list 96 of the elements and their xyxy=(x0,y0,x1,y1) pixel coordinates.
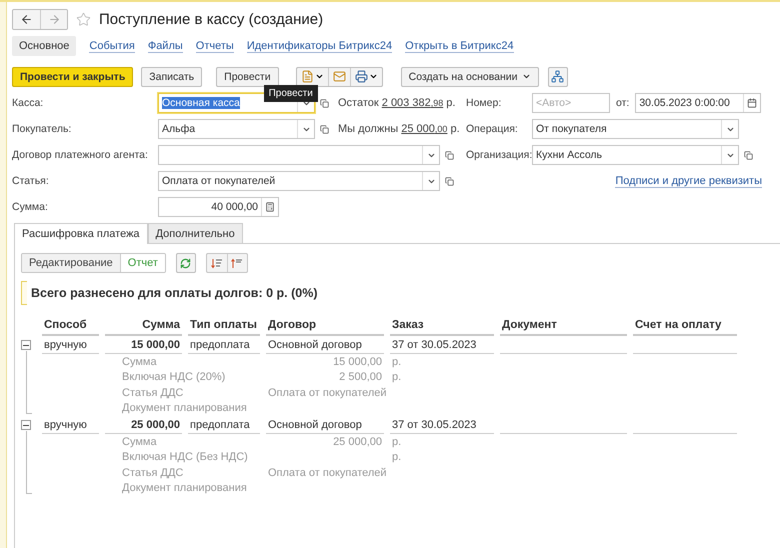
detail-value: 15 000,00 xyxy=(332,354,383,370)
column-header: Заказ xyxy=(390,317,494,336)
structure-icon xyxy=(551,70,564,83)
table-cell: 37 от 30.05.2023 xyxy=(390,416,494,434)
table-cell: 25 000,00 xyxy=(105,416,182,434)
sort-descending-icon xyxy=(210,258,223,268)
detail-value: Оплата от покупателей xyxy=(267,386,388,400)
tab[interactable]: Расшифровка платежа xyxy=(14,223,148,244)
currency-text: р. xyxy=(391,434,402,450)
field-label: Статья: xyxy=(12,175,50,187)
section-tab[interactable]: Файлы xyxy=(148,40,183,52)
open-icon[interactable] xyxy=(320,124,328,134)
open-icon[interactable] xyxy=(320,98,328,108)
section-tab[interactable]: Открыть в Битрикс24 xyxy=(405,40,514,52)
field-label: Операция: xyxy=(466,123,519,135)
table-cell: 37 от 30.05.2023 xyxy=(390,336,494,354)
currency-text: р. xyxy=(391,450,402,465)
caret-icon xyxy=(314,72,324,81)
detail-label: Документ планирования xyxy=(121,481,248,496)
document-icon xyxy=(300,70,314,83)
focus-marker xyxy=(21,281,27,305)
detail-label: Документ планирования xyxy=(121,401,248,416)
column-header: Документ xyxy=(500,317,627,336)
print-icon xyxy=(354,70,368,83)
star-icon[interactable] xyxy=(76,12,91,26)
table-cell: вручную xyxy=(42,416,99,434)
detail-label: Сумма xyxy=(121,354,158,370)
refresh-icon xyxy=(180,258,192,268)
detail-label: Статья ДДС xyxy=(121,466,184,480)
select-field[interactable]: Оплата от покупателей xyxy=(158,171,440,191)
window-title: Поступление в кассу (создание) xyxy=(99,10,324,28)
back-arrow-icon xyxy=(20,12,33,26)
mail-icon xyxy=(332,70,346,83)
menu-button[interactable]: Создать на основании xyxy=(400,66,539,86)
calculator-icon xyxy=(265,202,275,212)
detail-label: Статья ДДС xyxy=(121,386,184,400)
field-label: Касса: xyxy=(12,97,44,109)
tab[interactable]: Дополнительно xyxy=(148,223,243,243)
section-tab[interactable]: Отчеты xyxy=(196,40,234,52)
currency-text: р. xyxy=(391,354,402,370)
detail-label: Включая НДС (20%) xyxy=(121,370,226,385)
number-field[interactable]: 40 000,00 xyxy=(158,197,279,217)
open-icon[interactable] xyxy=(444,176,454,186)
detail-value: 25 000,00 xyxy=(332,434,383,450)
post-and-close-button[interactable]: Провести и закрыть xyxy=(12,66,134,86)
balance-text: Мы должны 25 000,00 р. xyxy=(338,123,460,135)
sort-ascending-icon xyxy=(231,258,244,268)
detail-value: Оплата от покупателей xyxy=(267,466,388,480)
section-tab[interactable]: Идентификаторы Битрикс24 xyxy=(246,40,392,52)
open-icon[interactable] xyxy=(444,150,454,160)
table-cell: предоплата xyxy=(188,416,260,434)
field-label: Номер: xyxy=(466,97,502,109)
collapse-button[interactable] xyxy=(21,340,31,350)
table-cell: 15 000,00 xyxy=(105,336,182,354)
toolbar-button[interactable]: Провести xyxy=(216,66,279,86)
mode-toggle[interactable]: Отчет xyxy=(120,254,165,272)
table-cell: Основной договор xyxy=(266,336,384,354)
details-link[interactable]: Подписи и другие реквизиты xyxy=(615,174,762,188)
field-label: Покупатель: xyxy=(12,123,72,135)
table-cell: Основной договор xyxy=(266,416,384,434)
caret-icon xyxy=(368,72,378,81)
field-label: Договор платежного агента: xyxy=(12,149,149,161)
select-field[interactable]: Кухни Ассоль xyxy=(532,145,739,165)
field-label: Организация: xyxy=(466,149,532,161)
select-field[interactable] xyxy=(158,145,440,165)
date-field[interactable]: 30.05.2023 0:00:00 xyxy=(635,93,762,113)
detail-label: Включая НДС (Без НДС) xyxy=(121,450,249,465)
select-field[interactable]: От покупателя xyxy=(532,119,739,139)
back-button[interactable] xyxy=(13,10,40,28)
field-label: от: xyxy=(616,97,630,109)
mode-toggle[interactable]: Редактирование xyxy=(22,254,120,272)
column-header: Способ xyxy=(42,317,99,336)
detail-value: 2 500,00 xyxy=(338,370,383,385)
refresh-button[interactable] xyxy=(176,253,196,273)
forward-arrow-icon xyxy=(48,12,60,26)
column-header: Тип оплаты xyxy=(188,317,260,336)
field-label: Сумма: xyxy=(12,201,49,213)
column-header: Договор xyxy=(266,317,384,336)
currency-text: р. xyxy=(391,370,402,385)
toolbar-button[interactable]: Записать xyxy=(141,66,202,86)
column-header: Счет на оплату xyxy=(633,317,737,336)
section-tab[interactable]: События xyxy=(89,40,135,52)
caret-icon xyxy=(522,72,531,81)
balance-text: Остаток 2 003 382,98 р. xyxy=(338,97,456,109)
open-icon[interactable] xyxy=(744,150,752,160)
detail-label: Сумма xyxy=(121,434,158,450)
calendar-icon xyxy=(747,98,758,108)
section-tab[interactable]: Основное xyxy=(12,36,76,56)
column-header: Сумма xyxy=(105,317,182,336)
summary-text: Всего разнесено для оплаты долгов: 0 р. (0%) xyxy=(31,286,318,300)
toolbar-icon-button[interactable] xyxy=(548,66,568,86)
select-field[interactable]: Альфа xyxy=(158,119,315,139)
table-cell: предоплата xyxy=(188,336,260,354)
tooltip: Провести xyxy=(264,84,318,102)
table-cell: вручную xyxy=(42,336,99,354)
collapse-button[interactable] xyxy=(21,420,31,430)
